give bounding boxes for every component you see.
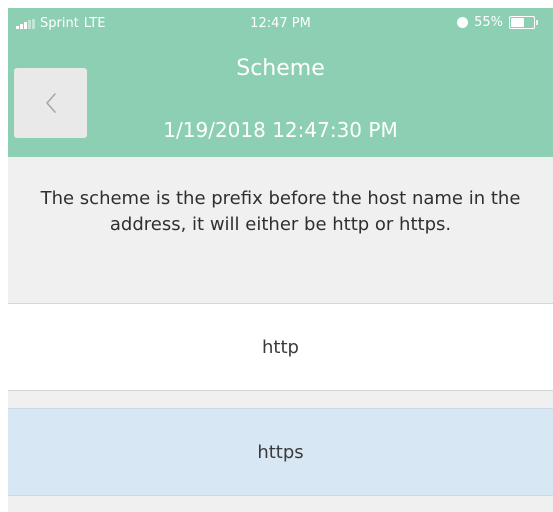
status-bar: Sprint LTE 12:47 PM 55% — [8, 8, 553, 40]
option-label: http — [262, 336, 299, 358]
app-screen: Sprint LTE 12:47 PM 55% Scheme 1/19/2018… — [8, 8, 553, 512]
option-http[interactable]: http — [8, 303, 553, 391]
chevron-left-icon — [45, 93, 56, 113]
battery-percent: 55% — [474, 15, 503, 30]
battery-fill — [511, 18, 525, 27]
page-title: Scheme — [236, 56, 325, 81]
option-label: https — [257, 441, 304, 463]
status-right: 55% — [457, 15, 538, 30]
option-https[interactable]: https — [8, 408, 553, 496]
header-bar: Sprint LTE 12:47 PM 55% Scheme 1/19/2018… — [8, 8, 553, 157]
alarm-icon — [457, 17, 469, 28]
scheme-description: The scheme is the prefix before the host… — [40, 188, 521, 235]
header-timestamp: 1/19/2018 12:47:30 PM — [163, 118, 398, 142]
battery-icon — [509, 16, 538, 29]
